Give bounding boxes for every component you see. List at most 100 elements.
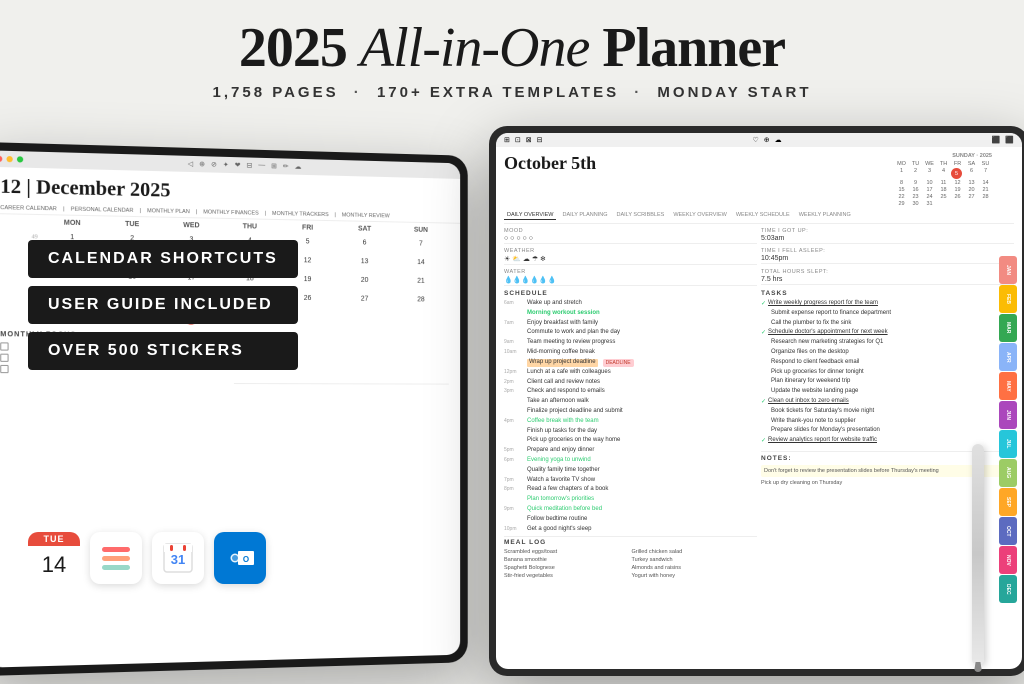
side-tab-jun[interactable]: JUN bbox=[999, 401, 1017, 429]
side-tab-jul[interactable]: JUL bbox=[999, 430, 1017, 458]
hours-slept-field: TOTAL HOURS SLEPT: 7.5 hrs bbox=[761, 269, 1014, 286]
side-tab-mar[interactable]: MAR bbox=[999, 314, 1017, 342]
right-top-bar: ⊞ ⊡ ⊠ ⊟ ♡ ⊕ ☁ ⬛ ⬛ bbox=[496, 133, 1022, 147]
time-sleep-field: TIME I FELL ASLEEP: 10:45pm bbox=[761, 248, 1014, 265]
task-item: ✓Schedule doctor's appointment for next … bbox=[761, 329, 1014, 337]
time-got-up-field: TIME I GOT UP: 5:03am bbox=[761, 228, 1014, 244]
main-title: 2025 All-in-One Planner bbox=[0, 18, 1024, 80]
task-item: Organize files on the desktop bbox=[761, 349, 1014, 357]
title-year: 2025 bbox=[239, 17, 347, 79]
schedule-item: Quality family time together bbox=[504, 467, 757, 475]
side-tabs-container: JAN FEB MAR APR MAY JUN JUL AUG SEP OCT … bbox=[999, 256, 1017, 603]
schedule-item: 9pmQuick meditation before bed bbox=[504, 506, 757, 514]
tab-daily-planning[interactable]: DAILY PLANNING bbox=[559, 211, 610, 220]
schedule-item: 2pmClient call and review notes bbox=[504, 379, 757, 387]
schedule-header: SCHEDULE bbox=[504, 290, 757, 297]
right-header-row: October 5th SUNDAY · 2025 MOTUWETHFRSASU… bbox=[504, 153, 1014, 207]
mood-field: MOOD ○ ○ ○ ○ ○ bbox=[504, 228, 757, 244]
page-subtitle: 1,758 PAGES · 170+ EXTRA TEMPLATES · MON… bbox=[0, 84, 1024, 101]
tab-daily-overview[interactable]: DAILY OVERVIEW bbox=[504, 211, 556, 220]
task-item: ✓Clean out inbox to zero emails bbox=[761, 398, 1014, 406]
left-tablet-screen: ◁ ⊕ ⊘ ✦ ❤ ⊟ — ⊞ ✏ ☁ 12 | December 2025 C… bbox=[0, 150, 460, 667]
time-got-up-value: 5:03am bbox=[761, 234, 1014, 244]
task-item: Pick up groceries for dinner tonight bbox=[761, 369, 1014, 377]
schedule-item: Take an afternoon walk bbox=[504, 398, 757, 406]
side-tab-may[interactable]: MAY bbox=[999, 372, 1017, 400]
bottom-icons-row: TUE 14 31 O bbox=[28, 532, 266, 584]
pages-count: 1,758 PAGES bbox=[213, 84, 339, 101]
date-number: 14 bbox=[28, 546, 80, 584]
badge-shortcuts: CALENDAR SHORTCUTS bbox=[28, 240, 298, 278]
right-date: October 5th bbox=[504, 153, 596, 174]
page-header: 2025 All-in-One Planner 1,758 PAGES · 17… bbox=[0, 0, 1024, 107]
min-dot bbox=[7, 156, 13, 162]
task-item: ✓Write weekly progress report for the te… bbox=[761, 300, 1014, 308]
side-tab-apr[interactable]: APR bbox=[999, 343, 1017, 371]
side-tab-jan[interactable]: JAN bbox=[999, 256, 1017, 284]
schedule-column: SCHEDULE 6amWake up and stretch Morning … bbox=[504, 290, 757, 579]
side-tab-nov[interactable]: NOV bbox=[999, 546, 1017, 574]
schedule-item: 6amWake up and stretch bbox=[504, 300, 757, 308]
outlook-svg: O bbox=[224, 542, 256, 574]
mini-calendar: MOTUWETHFRSASU 1234567 891011121314 1516… bbox=[895, 161, 992, 207]
right-tabs: DAILY OVERVIEW DAILY PLANNING DAILY SCRI… bbox=[504, 211, 1014, 224]
schedule-item: 4pmCoffee break with the team bbox=[504, 418, 757, 426]
side-tab-feb[interactable]: FEB bbox=[999, 285, 1017, 313]
tab-weekly-overview[interactable]: WEEKLY OVERVIEW bbox=[670, 211, 730, 220]
schedule-item: Follow bedtime routine bbox=[504, 516, 757, 524]
weather-field: WEATHER ☀ ⛅ ☁ ☂ ❄ bbox=[504, 248, 757, 265]
right-tablet-screen: ⊞ ⊡ ⊠ ⊟ ♡ ⊕ ☁ ⬛ ⬛ October 5th SUNDAY · 2… bbox=[496, 133, 1022, 669]
outlook-icon: O bbox=[214, 532, 266, 584]
schedule-item: 12pmLunch at a cafe with colleagues bbox=[504, 369, 757, 377]
badge-stickers: OVER 500 STICKERS bbox=[28, 332, 298, 370]
schedule-item: 7pmWatch a favorite TV show bbox=[504, 477, 757, 485]
schedule-item: 10amMid-morning coffee break bbox=[504, 349, 757, 357]
tab-weekly-planning[interactable]: WEEKLY PLANNING bbox=[796, 211, 854, 220]
gcal-svg: 31 bbox=[160, 540, 196, 576]
date-day-label: TUE bbox=[28, 532, 80, 546]
side-tab-sep[interactable]: SEP bbox=[999, 488, 1017, 516]
stylus bbox=[972, 444, 984, 664]
meal-grid: Scrambled eggs/toast Grilled chicken sal… bbox=[504, 549, 757, 579]
schedule-item: Commute to work and plan the day bbox=[504, 329, 757, 337]
schedule-item: Plan tomorrow's priorities bbox=[504, 496, 757, 504]
right-main-content: SCHEDULE 6amWake up and stretch Morning … bbox=[504, 290, 1014, 579]
side-tab-oct[interactable]: OCT bbox=[999, 517, 1017, 545]
tab-weekly-schedule[interactable]: WEEKLY SCHEDULE bbox=[733, 211, 793, 220]
task-item: Plan itinerary for weekend trip bbox=[761, 378, 1014, 386]
title-allinone: All-in-One bbox=[360, 17, 589, 79]
right-screen-inner: October 5th SUNDAY · 2025 MOTUWETHFRSASU… bbox=[496, 147, 1022, 585]
hours-slept-value: 7.5 hrs bbox=[761, 275, 1014, 285]
task-item: Book tickets for Saturday's movie night bbox=[761, 408, 1014, 416]
badge-guide: USER GUIDE INCLUDED bbox=[28, 286, 298, 324]
schedule-item: Wrap up project deadlineDEADLINE bbox=[504, 359, 757, 367]
side-tab-aug[interactable]: AUG bbox=[999, 459, 1017, 487]
schedule-item: 10pmGet a good night's sleep bbox=[504, 526, 757, 534]
task-item: Prepare slides for Monday's presentation bbox=[761, 427, 1014, 435]
schedule-item: 8pmRead a few chapters of a book bbox=[504, 486, 757, 494]
max-dot bbox=[17, 156, 23, 162]
schedule-item: Morning workout session bbox=[504, 310, 757, 318]
right-date-sub: SUNDAY · 2025 bbox=[895, 153, 992, 159]
task-item: Submit expense report to finance departm… bbox=[761, 310, 1014, 318]
tab-daily-scribbles[interactable]: DAILY SCRIBBLES bbox=[614, 211, 668, 220]
title-product: Planner bbox=[602, 17, 785, 79]
right-tablet: ⊞ ⊡ ⊠ ⊟ ♡ ⊕ ☁ ⬛ ⬛ October 5th SUNDAY · 2… bbox=[489, 126, 1024, 676]
svg-text:O: O bbox=[243, 555, 249, 564]
task-item: Update the website landing page bbox=[761, 388, 1014, 396]
schedule-item: Finalize project deadline and submit bbox=[504, 408, 757, 416]
close-dot bbox=[0, 156, 2, 162]
meal-section: MEAL LOG Scrambled eggs/toast Grilled ch… bbox=[504, 536, 757, 579]
tasks-header: TASKS bbox=[761, 290, 1014, 297]
badges-container: CALENDAR SHORTCUTS USER GUIDE INCLUDED O… bbox=[28, 240, 298, 370]
schedule-item: 9amTeam meeting to review progress bbox=[504, 339, 757, 347]
side-tab-dec[interactable]: DEC bbox=[999, 575, 1017, 603]
day-start: MONDAY START bbox=[657, 84, 811, 101]
task-item: Call the plumber to fix the sink bbox=[761, 320, 1014, 328]
schedule-item: 3pmCheck and respond to emails bbox=[504, 388, 757, 396]
schedule-item: 6pmEvening yoga to unwind bbox=[504, 457, 757, 465]
gcal-icon: 31 bbox=[152, 532, 204, 584]
meal-header: MEAL LOG bbox=[504, 539, 757, 546]
schedule-item: 5pmPrepare and enjoy dinner bbox=[504, 447, 757, 455]
task-item: Respond to client feedback email bbox=[761, 359, 1014, 367]
